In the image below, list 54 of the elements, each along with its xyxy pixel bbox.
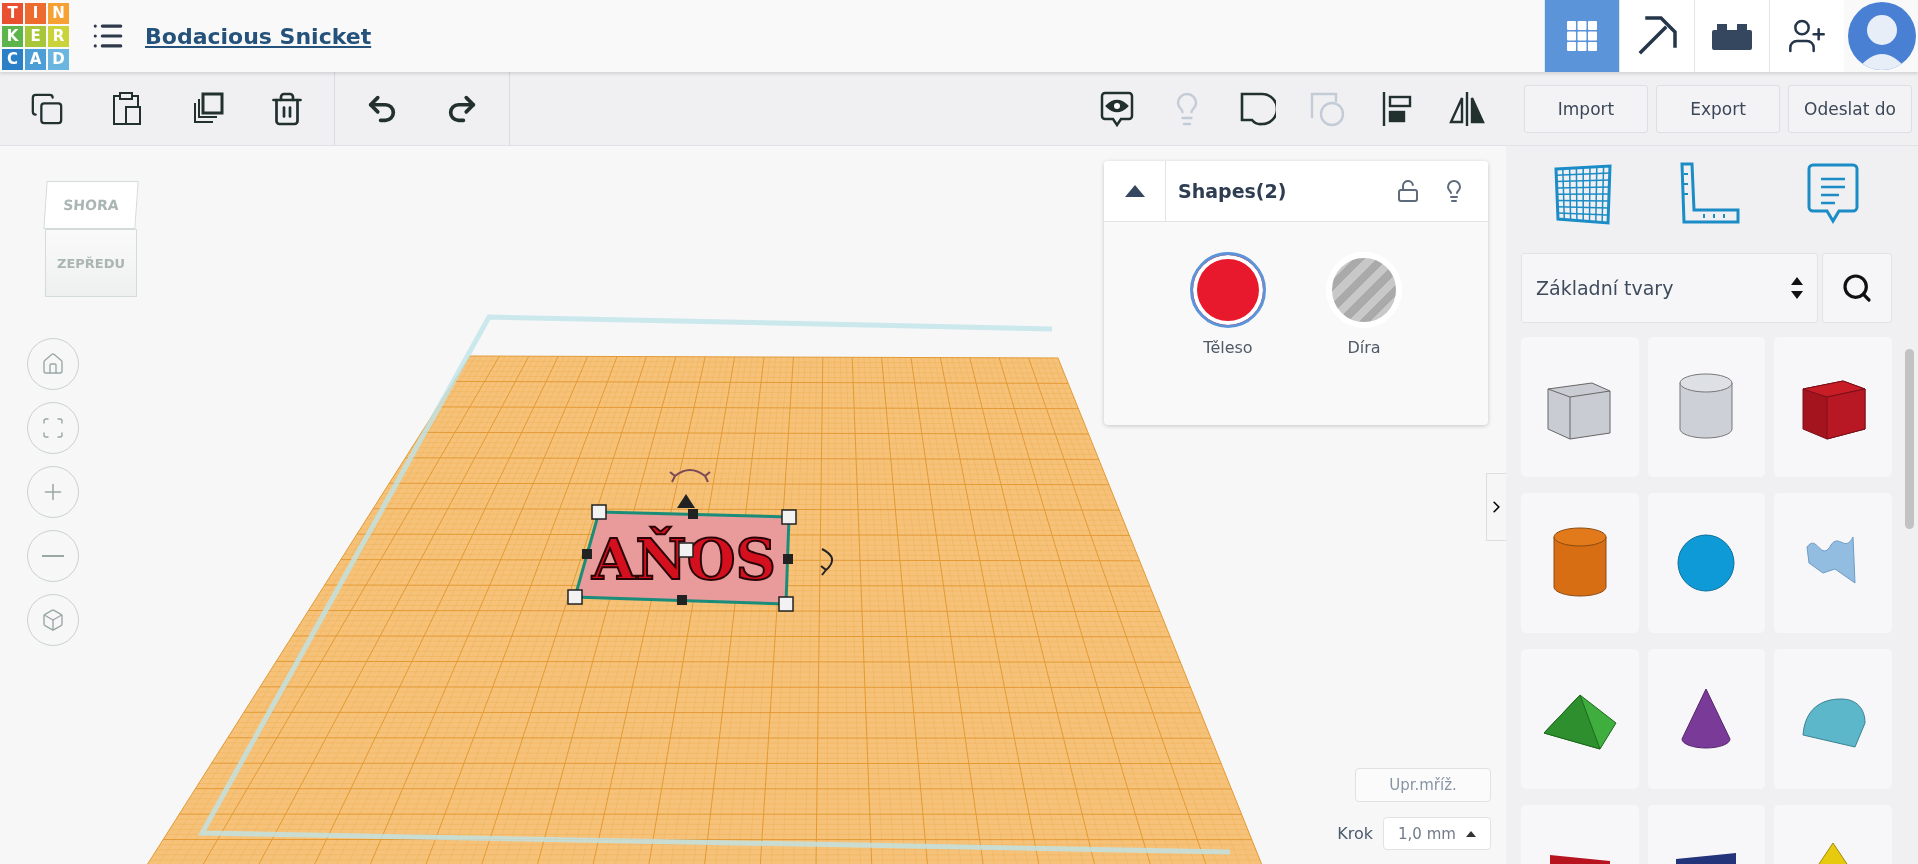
- color-option[interactable]: Díra: [1326, 252, 1402, 357]
- shape-card[interactable]: [1774, 337, 1892, 477]
- cube-front-face: ZEPŘEDU: [45, 229, 137, 297]
- logo[interactable]: T I N K E R C A D: [2, 2, 69, 70]
- updown-icon: [1791, 277, 1803, 299]
- snap-label: Krok: [1337, 824, 1373, 843]
- category-select[interactable]: Základní tvary: [1521, 253, 1818, 323]
- snap-select[interactable]: 1,0 mm: [1383, 817, 1491, 850]
- option-label: Těleso: [1203, 338, 1253, 357]
- panel-toggle[interactable]: [1486, 473, 1506, 541]
- inspector-title: Shapes(2): [1178, 180, 1288, 202]
- color-option[interactable]: Těleso: [1190, 252, 1266, 357]
- view-button[interactable]: [1619, 0, 1694, 72]
- cube-top-face: SHORA: [43, 181, 139, 229]
- logo-letter: R: [48, 25, 69, 47]
- scrollbar[interactable]: [1905, 349, 1914, 529]
- caret-icon: [1465, 830, 1476, 837]
- cube-icon: [41, 608, 65, 632]
- rotate-side-icon: [820, 548, 834, 576]
- toolbar-button[interactable]: Import: [1524, 84, 1648, 133]
- invite-button[interactable]: [1769, 0, 1844, 72]
- workplane-button[interactable]: [1552, 163, 1615, 225]
- brick-icon: [1712, 22, 1752, 50]
- eye-note-icon: [1099, 89, 1135, 128]
- logo-letter: E: [25, 25, 46, 47]
- copy-icon: [30, 91, 64, 126]
- mirror-icon: [1447, 89, 1487, 128]
- fit-icon: [41, 416, 65, 440]
- minus-icon: [42, 555, 64, 557]
- logo-letter: K: [2, 25, 23, 47]
- shape-card[interactable]: [1647, 649, 1766, 789]
- toolbar-button[interactable]: Odeslat do: [1788, 84, 1912, 133]
- search-button[interactable]: [1822, 253, 1892, 323]
- align-icon: [1380, 89, 1414, 128]
- toolbar-button[interactable]: Export: [1656, 84, 1780, 133]
- design-title[interactable]: Bodacious Snicket: [145, 23, 372, 49]
- logo-letter: T: [2, 2, 23, 24]
- rotate-arrow-icon: [669, 469, 711, 483]
- grid-plane-icon: [1552, 163, 1615, 225]
- triangle-up-icon: [1124, 185, 1145, 197]
- view-button[interactable]: [1694, 0, 1769, 72]
- logo-letter: D: [48, 48, 69, 70]
- lift-arrow-icon: [677, 494, 695, 508]
- logo-letter: N: [48, 2, 69, 24]
- option-label: Díra: [1347, 338, 1381, 357]
- grid-icon: [1565, 19, 1599, 53]
- trash-icon: [269, 90, 305, 127]
- home-icon: [41, 352, 65, 376]
- logo-letter: I: [25, 2, 46, 24]
- logo-letter: C: [2, 48, 23, 70]
- search-icon: [1841, 272, 1873, 304]
- logo-letter: A: [25, 48, 46, 70]
- paste-icon: [110, 89, 144, 128]
- unlock-icon[interactable]: [1396, 179, 1420, 203]
